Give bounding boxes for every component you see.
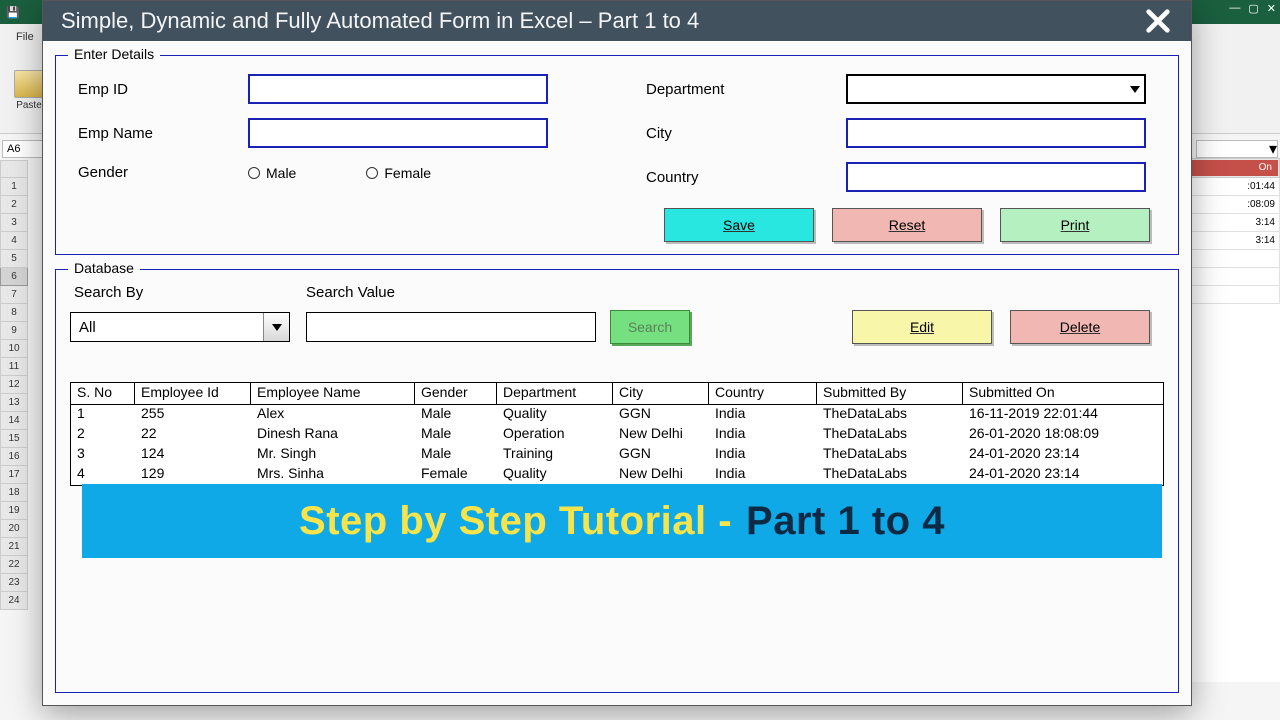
table-body: 1255AlexMaleQualityGGNIndiaTheDataLabs16… (71, 405, 1163, 485)
row-header[interactable]: 14 (0, 412, 28, 430)
row-header[interactable]: 1 (0, 178, 28, 196)
table-header: S. No Employee Id Employee Name Gender D… (71, 383, 1163, 405)
radio-icon (366, 167, 378, 179)
col-subon: Submitted On (963, 383, 1163, 404)
save-icon[interactable]: 💾 (6, 6, 20, 19)
row-header[interactable]: 7 (0, 286, 28, 304)
formula-dropdown[interactable]: ▾ (1196, 140, 1278, 158)
cell[interactable]: 3:14 (1190, 214, 1280, 232)
emp-id-label: Emp ID (78, 81, 248, 98)
row-header[interactable]: 12 (0, 376, 28, 394)
radio-icon (248, 167, 260, 179)
row-headers: 1 2 3 4 5 6 7 8 9 10 11 12 13 14 15 16 1… (0, 178, 28, 610)
city-input[interactable] (846, 118, 1146, 148)
row-header[interactable]: 2 (0, 196, 28, 214)
database-group: Database Search By Search Value All Sear… (55, 269, 1179, 693)
row-header[interactable]: 15 (0, 430, 28, 448)
database-legend: Database (68, 260, 140, 276)
cell[interactable] (1190, 268, 1280, 286)
print-button[interactable]: Print (1000, 208, 1150, 242)
col-country: Country (709, 383, 817, 404)
row-header[interactable]: 20 (0, 520, 28, 538)
col-dept: Department (497, 383, 613, 404)
row-header[interactable]: 4 (0, 232, 28, 250)
edit-button[interactable]: Edit (852, 310, 992, 344)
userform-titlebar[interactable]: Simple, Dynamic and Fully Automated Form… (43, 1, 1191, 41)
close-button[interactable] (1135, 3, 1181, 39)
enter-details-group: Enter Details Emp ID Emp Name Gender Mal… (55, 55, 1179, 255)
file-tab[interactable]: File (10, 28, 40, 46)
table-row[interactable]: 4129Mrs. SinhaFemaleQualityNew DelhiIndi… (71, 465, 1163, 485)
clipboard-icon (14, 70, 44, 98)
window-title: Simple, Dynamic and Fully Automated Form… (61, 8, 699, 34)
enter-details-legend: Enter Details (68, 46, 160, 62)
cell[interactable] (1190, 250, 1280, 268)
row-header[interactable]: 8 (0, 304, 28, 322)
col-empname: Employee Name (251, 383, 415, 404)
search-button[interactable]: Search (610, 310, 690, 344)
promo-text-2: Part 1 to 4 (746, 499, 945, 544)
row-header[interactable]: 18 (0, 484, 28, 502)
chevron-down-icon (1130, 86, 1140, 93)
on-header: On (1192, 160, 1278, 176)
city-label: City (646, 125, 846, 142)
window-controls[interactable]: — ▢ ✕ (1229, 2, 1276, 15)
row-header[interactable]: 22 (0, 556, 28, 574)
search-value-label: Search Value (306, 284, 395, 301)
department-combo[interactable] (846, 74, 1146, 104)
delete-button[interactable]: Delete (1010, 310, 1150, 344)
row-header[interactable]: 6 (0, 268, 28, 286)
gender-label: Gender (78, 164, 248, 181)
row-header[interactable]: 23 (0, 574, 28, 592)
table-row[interactable]: 1255AlexMaleQualityGGNIndiaTheDataLabs16… (71, 405, 1163, 425)
cell[interactable]: :01:44 (1190, 178, 1280, 196)
row-header[interactable]: 17 (0, 466, 28, 484)
cell[interactable] (1190, 286, 1280, 304)
row-header[interactable]: 5 (0, 250, 28, 268)
row-header[interactable]: 21 (0, 538, 28, 556)
department-label: Department (646, 81, 846, 98)
partial-grid: On :01:44 :08:09 3:14 3:14 (1190, 158, 1280, 682)
row-header[interactable]: 11 (0, 358, 28, 376)
cell[interactable]: :08:09 (1190, 196, 1280, 214)
col-city: City (613, 383, 709, 404)
results-table[interactable]: S. No Employee Id Employee Name Gender D… (70, 382, 1164, 486)
cell[interactable]: 3:14 (1190, 232, 1280, 250)
promo-banner: Step by Step Tutorial - Part 1 to 4 (82, 484, 1162, 558)
row-header[interactable]: 3 (0, 214, 28, 232)
female-radio[interactable]: Female (366, 165, 431, 181)
close-icon (1144, 7, 1172, 35)
row-header[interactable]: 9 (0, 322, 28, 340)
reset-button[interactable]: Reset (832, 208, 982, 242)
table-row[interactable]: 222Dinesh RanaMaleOperationNew DelhiIndi… (71, 425, 1163, 445)
emp-name-input[interactable] (248, 118, 548, 148)
row-header[interactable]: 16 (0, 448, 28, 466)
col-empid: Employee Id (135, 383, 251, 404)
minimize-icon[interactable]: — (1229, 2, 1240, 15)
promo-text-1: Step by Step Tutorial - (299, 499, 732, 544)
emp-id-input[interactable] (248, 74, 548, 104)
close-icon[interactable]: ✕ (1267, 2, 1276, 15)
select-all-cell[interactable] (0, 160, 28, 178)
maximize-icon[interactable]: ▢ (1248, 2, 1258, 15)
country-label: Country (646, 169, 846, 186)
male-radio[interactable]: Male (248, 165, 296, 181)
search-value-input[interactable] (306, 312, 596, 342)
col-subby: Submitted By (817, 383, 963, 404)
chevron-down-icon (263, 313, 289, 341)
row-header[interactable]: 10 (0, 340, 28, 358)
col-gender: Gender (415, 383, 497, 404)
search-by-combo[interactable]: All (70, 312, 290, 342)
country-input[interactable] (846, 162, 1146, 192)
emp-name-label: Emp Name (78, 125, 248, 142)
table-row[interactable]: 3124Mr. SinghMaleTrainingGGNIndiaTheData… (71, 445, 1163, 465)
row-header[interactable]: 24 (0, 592, 28, 610)
save-button[interactable]: Save (664, 208, 814, 242)
col-sno: S. No (71, 383, 135, 404)
search-by-label: Search By (74, 284, 143, 301)
row-header[interactable]: 19 (0, 502, 28, 520)
row-header[interactable]: 13 (0, 394, 28, 412)
userform-window: Simple, Dynamic and Fully Automated Form… (42, 0, 1192, 706)
